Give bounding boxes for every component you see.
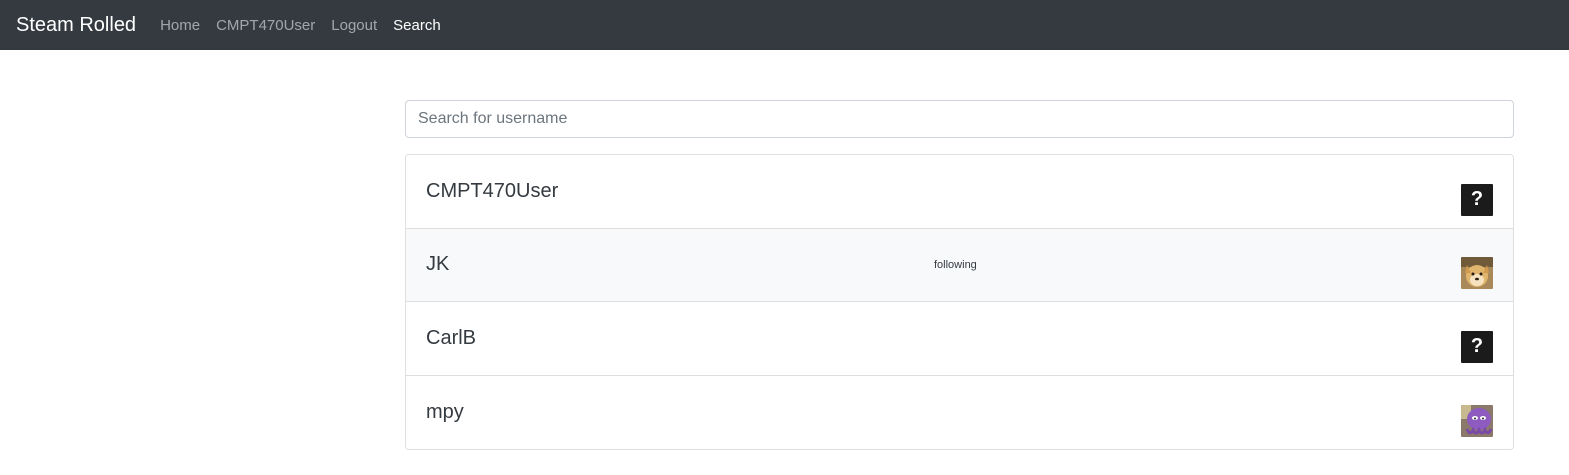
username-label: CarlB xyxy=(426,326,477,349)
nav-profile-link[interactable]: CMPT470User xyxy=(216,17,315,34)
top-navbar: Steam Rolled Home CMPT470User Logout Sea… xyxy=(0,0,1569,50)
user-list: CMPT470User ? JK following CarlB ? mpy xyxy=(405,154,1514,450)
nav-logout-link[interactable]: Logout xyxy=(331,17,377,34)
nav-home-link[interactable]: Home xyxy=(160,17,200,34)
user-row-cmpt470user[interactable]: CMPT470User ? xyxy=(406,155,1513,229)
username-label: CMPT470User xyxy=(426,179,559,202)
following-badge: following xyxy=(934,258,977,271)
unknown-avatar-icon: ? xyxy=(1461,330,1493,363)
user-row-carlb[interactable]: CarlB ? xyxy=(406,302,1513,376)
nav-search-link[interactable]: Search xyxy=(393,17,441,34)
doge-avatar-icon xyxy=(1461,257,1493,289)
user-row-mpy[interactable]: mpy xyxy=(406,375,1513,449)
username-label: JK xyxy=(426,253,450,276)
username-label: mpy xyxy=(426,400,464,423)
brand-link[interactable]: Steam Rolled xyxy=(16,14,136,37)
unknown-avatar-icon: ? xyxy=(1461,183,1493,216)
purple-octopus-avatar-icon xyxy=(1461,405,1493,437)
username-search-input[interactable] xyxy=(405,100,1514,138)
user-row-jk[interactable]: JK following xyxy=(406,228,1513,302)
